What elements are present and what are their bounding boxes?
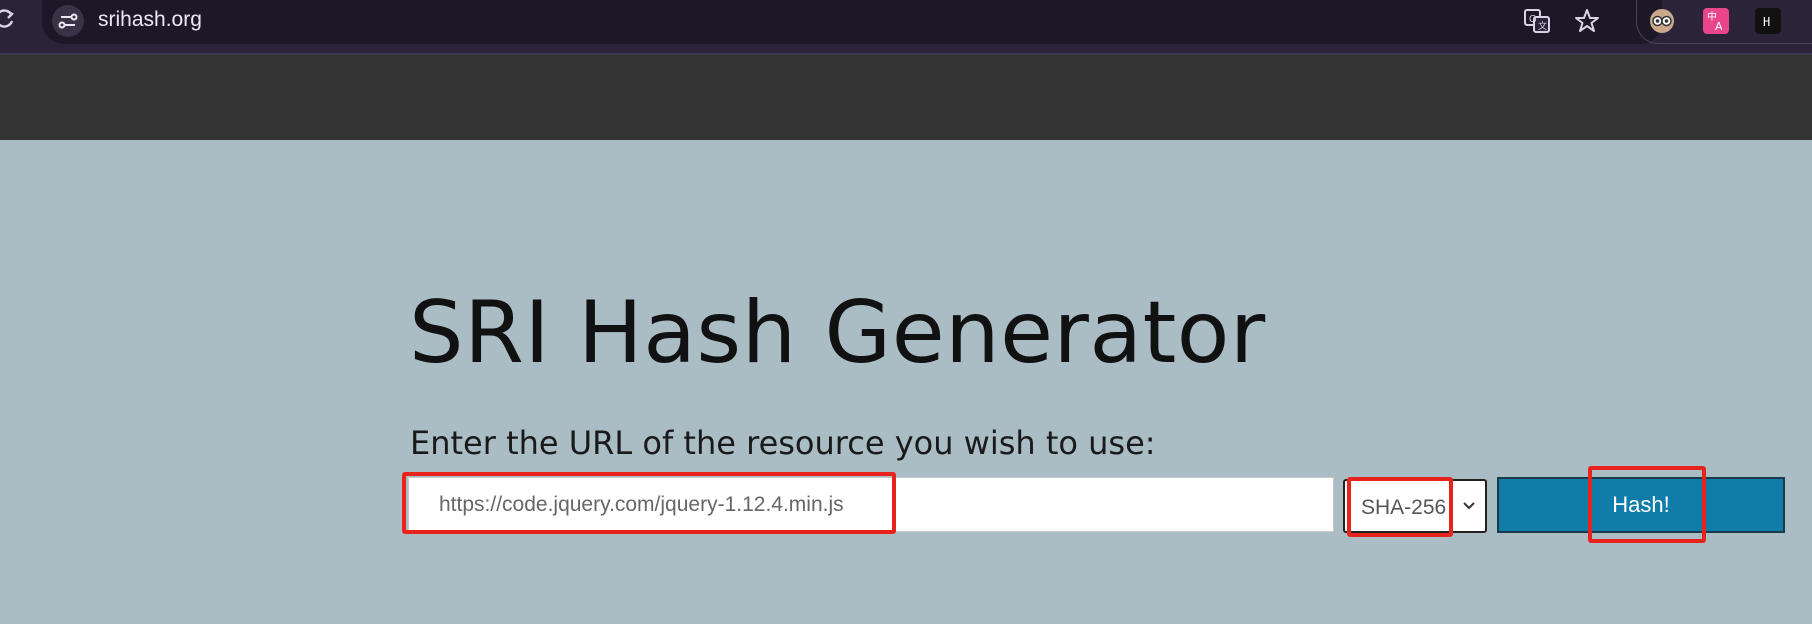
svg-text:G: G <box>1529 14 1537 25</box>
extensions-area: 中 A H <box>1636 0 1812 44</box>
url-prompt-label: Enter the URL of the resource you wish t… <box>410 424 1156 462</box>
translate-extension-icon[interactable]: 中 A <box>1703 8 1729 34</box>
address-bar[interactable]: srihash.org G 文 <box>42 0 1662 44</box>
svg-text:文: 文 <box>1538 20 1547 31</box>
svg-text:A: A <box>1715 20 1723 33</box>
svg-text:H: H <box>1763 15 1770 29</box>
chevron-down-icon <box>1459 495 1479 515</box>
browser-toolbar: srihash.org G 文 中 A H <box>0 0 1812 55</box>
hash-algorithm-select[interactable]: SHA-256 <box>1343 479 1487 533</box>
url-text[interactable]: srihash.org <box>98 8 202 32</box>
bookmark-star-icon[interactable] <box>1572 6 1602 36</box>
site-navbar <box>0 55 1812 140</box>
translate-icon[interactable]: G 文 <box>1522 6 1552 36</box>
hash-button[interactable]: Hash! <box>1497 477 1785 533</box>
resource-url-input[interactable] <box>408 477 1334 532</box>
hash-algorithm-value: SHA-256 <box>1361 496 1447 519</box>
page-title: SRI Hash Generator <box>409 283 1266 383</box>
h-extension-icon[interactable]: H <box>1755 8 1781 34</box>
owl-extension-icon[interactable] <box>1649 8 1675 34</box>
site-info-icon[interactable] <box>52 5 84 37</box>
reload-icon[interactable] <box>0 8 16 30</box>
